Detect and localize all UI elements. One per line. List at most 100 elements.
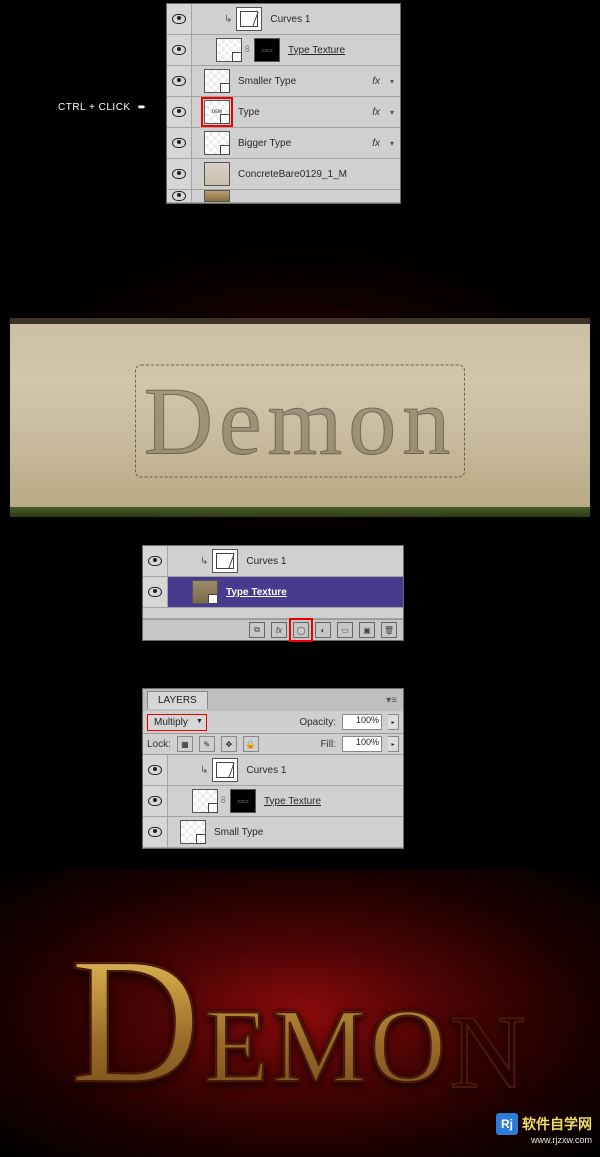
trash-icon[interactable]: 🗑 — [381, 622, 397, 638]
lock-all-icon[interactable]: 🔒 — [243, 736, 259, 752]
layer-name[interactable]: Bigger Type — [238, 138, 291, 149]
visibility-toggle[interactable] — [167, 97, 192, 127]
layer-thumbnail[interactable] — [204, 131, 230, 155]
layer-name[interactable]: Type Texture — [226, 587, 287, 598]
layer-thumbnail[interactable] — [204, 190, 230, 202]
adjustment-layer-icon[interactable]: ◐ — [315, 622, 331, 638]
layer-mask-thumbnail[interactable]: ▭▭ — [230, 789, 256, 813]
fx-badge[interactable]: fx — [368, 76, 384, 87]
layer-thumbnail-highlighted[interactable]: ᴅᴇᴍ — [204, 100, 230, 124]
new-layer-icon[interactable]: ▣ — [359, 622, 375, 638]
layer-thumbnail[interactable] — [192, 789, 218, 813]
layer-name[interactable]: Type Texture — [264, 796, 321, 807]
lock-transparency-icon[interactable]: ▦ — [177, 736, 193, 752]
adjustment-thumbnail[interactable] — [212, 758, 238, 782]
visibility-toggle[interactable] — [143, 755, 168, 785]
layer-thumbnail[interactable] — [180, 820, 206, 844]
eye-icon — [172, 191, 186, 201]
layer-thumbnail[interactable] — [216, 38, 242, 62]
fill-input[interactable]: 100% — [342, 736, 382, 752]
canvas-preview-concrete: Demon — [10, 318, 590, 517]
eye-icon — [172, 14, 186, 24]
link-layers-icon[interactable]: ⧉ — [249, 622, 265, 638]
chevron-down-icon[interactable]: ▾ — [386, 108, 398, 117]
blend-mode-dropdown[interactable]: Multiply — [147, 714, 207, 731]
layer-row-type[interactable]: ᴅᴇᴍ Type fx ▾ — [167, 97, 400, 128]
lock-fill-row: Lock: ▦ ✎ ✥ 🔒 Fill: 100% ▸ — [143, 734, 403, 755]
layer-row-bigger-type[interactable]: Bigger Type fx ▾ — [167, 128, 400, 159]
add-mask-icon[interactable]: ◯ — [293, 622, 309, 638]
visibility-toggle[interactable] — [167, 66, 192, 96]
watermark: Rj 软件自学网 www.rjzxw.com — [496, 1113, 592, 1135]
lock-label: Lock: — [147, 739, 171, 750]
fx-badge[interactable]: fx — [368, 107, 384, 118]
opacity-label: Opacity: — [299, 717, 336, 728]
clip-arrow-icon: ↳ — [224, 14, 232, 25]
layers-panel-2: ↳ Curves 1 Type Texture ⧉ fx ◯ ◐ ▭ ▣ 🗑 — [142, 545, 404, 641]
visibility-toggle[interactable] — [143, 786, 168, 816]
link-icon: 𝟾 — [220, 793, 228, 809]
layer-thumbnail[interactable] — [192, 580, 218, 604]
layer-row-type-texture[interactable]: 𝟾 ▭▭ Type Texture — [167, 35, 400, 66]
visibility-toggle[interactable] — [167, 128, 192, 158]
lock-pixels-icon[interactable]: ✎ — [199, 736, 215, 752]
layer-row-concrete[interactable]: ConcreteBare0129_1_M — [167, 159, 400, 190]
adjustment-thumbnail[interactable] — [236, 7, 262, 31]
panel-menu-icon[interactable]: ▾≡ — [386, 695, 397, 706]
layer-row-small-type[interactable]: Small Type — [143, 817, 403, 848]
layer-name[interactable]: Type — [238, 107, 260, 118]
eye-icon — [172, 107, 186, 117]
layer-row-curves1[interactable]: ↳ Curves 1 — [143, 546, 403, 577]
lock-position-icon[interactable]: ✥ — [221, 736, 237, 752]
eye-icon — [148, 556, 162, 566]
opacity-flyout-icon[interactable]: ▸ — [388, 714, 399, 730]
layers-panel-1: ↳ Curves 1 𝟾 ▭▭ Type Texture Smaller Typ… — [166, 3, 401, 204]
eye-icon — [172, 169, 186, 179]
visibility-toggle[interactable] — [143, 546, 168, 576]
panel-tabs: LAYERS ▾≡ — [143, 689, 403, 711]
clip-arrow-icon: ↳ — [200, 765, 208, 776]
layer-name[interactable]: Type Texture — [288, 45, 345, 56]
visibility-toggle[interactable] — [167, 35, 192, 65]
layer-row-curves1[interactable]: ↳ Curves 1 — [143, 755, 403, 786]
layers-tab[interactable]: LAYERS — [147, 691, 208, 709]
layers-panel-3: LAYERS ▾≡ Multiply Opacity: 100% ▸ Lock:… — [142, 688, 404, 849]
selection-text: Demon — [10, 365, 590, 476]
visibility-toggle[interactable] — [143, 817, 168, 847]
layer-name[interactable]: Curves 1 — [270, 14, 310, 25]
fill-label: Fill: — [320, 739, 336, 750]
fx-badge[interactable]: fx — [368, 138, 384, 149]
visibility-toggle[interactable] — [167, 4, 192, 34]
layer-row-curves1[interactable]: ↳ Curves 1 — [167, 4, 400, 35]
opacity-input[interactable]: 100% — [342, 714, 382, 730]
annotation-ctrl-click: CTRL + CLICK ➨ — [58, 102, 147, 113]
blend-opacity-row: Multiply Opacity: 100% ▸ — [143, 711, 403, 734]
group-icon[interactable]: ▭ — [337, 622, 353, 638]
layer-row-extra[interactable] — [167, 190, 400, 203]
chevron-down-icon[interactable]: ▾ — [386, 77, 398, 86]
layer-name[interactable]: Smaller Type — [238, 76, 296, 87]
layer-thumbnail[interactable] — [204, 69, 230, 93]
layers-bottom-bar: ⧉ fx ◯ ◐ ▭ ▣ 🗑 — [143, 619, 403, 640]
adjustment-thumbnail[interactable] — [212, 549, 238, 573]
fx-icon[interactable]: fx — [271, 622, 287, 638]
annotation-text: CTRL + CLICK — [58, 102, 131, 113]
fill-flyout-icon[interactable]: ▸ — [388, 736, 399, 752]
layer-name[interactable]: Small Type — [214, 827, 263, 838]
layer-row-type-texture-selected[interactable]: Type Texture — [143, 577, 403, 608]
visibility-toggle[interactable] — [167, 159, 192, 189]
layer-thumbnail[interactable] — [204, 162, 230, 186]
visibility-toggle[interactable] — [167, 190, 192, 202]
layer-mask-thumbnail[interactable]: ▭▭ — [254, 38, 280, 62]
layer-name[interactable]: Curves 1 — [246, 765, 286, 776]
eye-icon — [148, 827, 162, 837]
watermark-url: www.rjzxw.com — [531, 1135, 592, 1145]
eye-icon — [172, 138, 186, 148]
chevron-down-icon[interactable]: ▾ — [386, 139, 398, 148]
layer-name[interactable]: ConcreteBare0129_1_M — [238, 169, 347, 180]
layer-name[interactable]: Curves 1 — [246, 556, 286, 567]
visibility-toggle[interactable] — [143, 577, 168, 607]
layer-row-smaller-type[interactable]: Smaller Type fx ▾ — [167, 66, 400, 97]
eye-icon — [148, 587, 162, 597]
layer-row-type-texture[interactable]: 𝟾 ▭▭ Type Texture — [143, 786, 403, 817]
